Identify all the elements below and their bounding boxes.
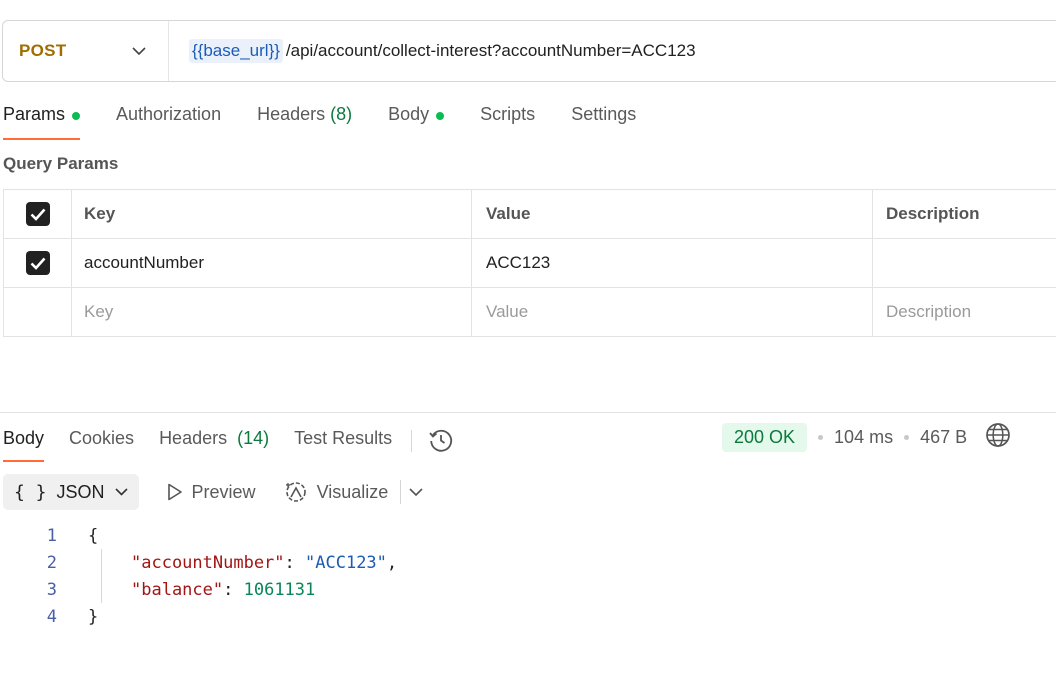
body-indicator-dot	[436, 112, 445, 120]
request-url-bar: POST {{base_url}} /api/account/collect-i…	[2, 20, 1056, 82]
history-icon[interactable]	[428, 427, 454, 458]
response-tab-test-results-label: Test Results	[294, 428, 393, 448]
url-input[interactable]: {{base_url}} /api/account/collect-intere…	[169, 21, 1056, 81]
json-key: "balance"	[131, 579, 224, 600]
tab-headers[interactable]: Headers (8)	[257, 104, 352, 140]
param-value-cell[interactable]: ACC123	[471, 239, 872, 287]
params-indicator-dot	[72, 112, 81, 120]
new-key-input[interactable]: Key	[71, 288, 471, 336]
table-row-new: Key Value Description	[3, 288, 1056, 337]
tab-headers-label: Headers	[257, 104, 326, 124]
request-tabs: Params Authorization Headers (8) Body Sc…	[3, 104, 672, 140]
query-params-title: Query Params	[3, 154, 119, 173]
header-value: Value	[471, 190, 872, 238]
header-checkbox-cell	[3, 190, 71, 238]
tab-scripts[interactable]: Scripts	[480, 104, 535, 140]
json-key: "accountNumber"	[131, 552, 285, 573]
status-separator-dot	[818, 435, 824, 440]
line-number: 4	[46, 606, 57, 627]
checkmark-icon	[30, 208, 45, 221]
response-tab-body-label: Body	[3, 428, 45, 448]
method-label: POST	[19, 41, 67, 60]
code-line: 1 {	[0, 522, 397, 549]
headers-count: (8)	[330, 104, 353, 124]
code-text: "balance": 1061131	[57, 580, 315, 600]
table-header-row: Key Value Description	[3, 190, 1056, 239]
url-path: /api/account/collect-interest?accountNum…	[285, 41, 696, 60]
tabs-separator	[411, 430, 413, 452]
code-line: 2 "accountNumber": "ACC123",	[0, 549, 397, 576]
checkmark-icon	[30, 257, 45, 270]
status-badge[interactable]: 200 OK	[722, 423, 808, 452]
query-params-table: Key Value Description accountNumber ACC1…	[3, 189, 1056, 337]
new-row-checkbox-cell	[3, 288, 71, 336]
response-tab-cookies[interactable]: Cookies	[69, 424, 134, 462]
select-all-checkbox[interactable]	[25, 202, 50, 226]
tab-authorization-label: Authorization	[116, 104, 222, 124]
method-selector[interactable]: POST	[3, 21, 169, 81]
chevron-down-icon[interactable]	[409, 487, 423, 497]
header-description: Description	[872, 190, 1056, 238]
preview-label: Preview	[191, 481, 256, 502]
tab-settings[interactable]: Settings	[571, 104, 636, 140]
play-icon	[167, 483, 182, 501]
code-text: }	[88, 606, 99, 627]
globe-icon[interactable]	[985, 422, 1011, 453]
format-selector[interactable]: { } JSON	[3, 474, 139, 510]
braces-icon: { }	[14, 481, 47, 503]
response-view-toolbar: { } JSON Preview Visualize	[3, 474, 423, 510]
code-line: 4 }	[0, 603, 397, 630]
toolbar-separator	[400, 480, 402, 504]
url-variable[interactable]: {{base_url}}	[189, 39, 283, 63]
tab-params-label: Params	[3, 104, 66, 124]
response-tab-cookies-label: Cookies	[69, 428, 135, 448]
param-key-cell[interactable]: accountNumber	[71, 239, 471, 287]
response-tab-headers[interactable]: Headers (14)	[159, 424, 269, 462]
code-line: 3 "balance": 1061131	[0, 576, 397, 603]
tab-body-label: Body	[388, 104, 430, 124]
response-tab-body[interactable]: Body	[3, 424, 45, 462]
chevron-down-icon	[132, 44, 146, 58]
json-separator: :	[284, 552, 306, 573]
format-label: JSON	[56, 481, 105, 502]
json-separator: :	[223, 579, 244, 600]
response-tabs: Body Cookies Headers (14) Test Results	[3, 424, 454, 462]
visualize-icon	[285, 482, 306, 502]
tab-body[interactable]: Body	[388, 104, 445, 140]
new-value-input[interactable]: Value	[471, 288, 872, 336]
row-checkbox[interactable]	[25, 251, 50, 275]
code-text: "accountNumber": "ACC123",	[57, 553, 397, 573]
json-number-value: 1061131	[243, 579, 316, 600]
response-headers-count: (14)	[237, 428, 270, 448]
row-checkbox-cell	[3, 239, 71, 287]
json-string-value: "ACC123"	[305, 552, 387, 573]
response-tab-test-results[interactable]: Test Results	[294, 424, 392, 462]
line-number: 1	[46, 525, 57, 546]
code-text: {	[88, 525, 99, 546]
visualize-label: Visualize	[316, 481, 389, 502]
line-number: 2	[46, 552, 57, 573]
tab-authorization[interactable]: Authorization	[116, 104, 221, 140]
param-description-cell[interactable]	[872, 239, 1056, 287]
line-number: 3	[46, 579, 57, 600]
json-trailing: ,	[386, 552, 398, 573]
tab-scripts-label: Scripts	[480, 104, 536, 124]
response-body-code[interactable]: 1 { 2 "accountNumber": "ACC123", 3 "bala…	[0, 522, 397, 630]
response-tab-headers-label: Headers	[159, 428, 228, 448]
tab-settings-label: Settings	[571, 104, 637, 124]
preview-button[interactable]: Preview	[167, 482, 256, 503]
pane-divider[interactable]	[0, 412, 1056, 413]
response-status-bar: 200 OK 104 ms 467 B	[722, 422, 1011, 453]
chevron-down-icon	[114, 488, 128, 496]
header-key: Key	[71, 190, 471, 238]
indent-guide	[101, 549, 102, 603]
response-time[interactable]: 104 ms	[834, 427, 893, 448]
new-description-input[interactable]: Description	[872, 288, 1056, 336]
tab-params[interactable]: Params	[3, 104, 81, 140]
table-row: accountNumber ACC123	[3, 239, 1056, 288]
status-separator-dot	[904, 435, 910, 440]
response-size[interactable]: 467 B	[920, 427, 967, 448]
visualize-button[interactable]: Visualize	[284, 480, 389, 504]
